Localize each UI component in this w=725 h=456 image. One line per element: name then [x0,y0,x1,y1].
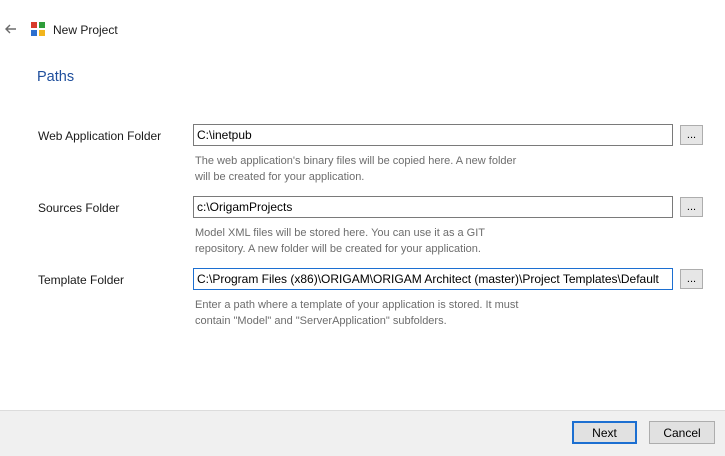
sources-folder-help: Model XML files will be stored here. You… [195,227,486,255]
web-app-folder-input[interactable] [193,124,673,146]
new-project-window: New Project Paths Web Application Folder… [0,0,725,456]
title-bar: New Project [0,0,725,58]
sources-folder-input[interactable] [193,196,673,218]
template-folder-browse-button[interactable]: ... [680,269,703,289]
section-title: Paths [37,69,75,85]
arrow-left-icon [5,24,16,34]
window-title: New Project [53,23,118,37]
origam-logo-icon [31,22,45,36]
web-app-folder-browse-button[interactable]: ... [680,125,703,145]
dialog-footer: Next Cancel [0,410,725,456]
web-app-folder-label: Web Application Folder [38,129,162,143]
sources-folder-browse-button[interactable]: ... [680,197,703,217]
back-button[interactable] [2,20,20,38]
next-button[interactable]: Next [572,421,637,444]
template-folder-input[interactable] [193,268,673,290]
template-folder-label: Template Folder [38,273,125,287]
template-folder-help: Enter a path where a template of your ap… [195,299,519,327]
cancel-button[interactable]: Cancel [649,421,715,444]
sources-folder-label: Sources Folder [38,201,120,215]
web-app-folder-help: The web application's binary files will … [195,155,517,183]
